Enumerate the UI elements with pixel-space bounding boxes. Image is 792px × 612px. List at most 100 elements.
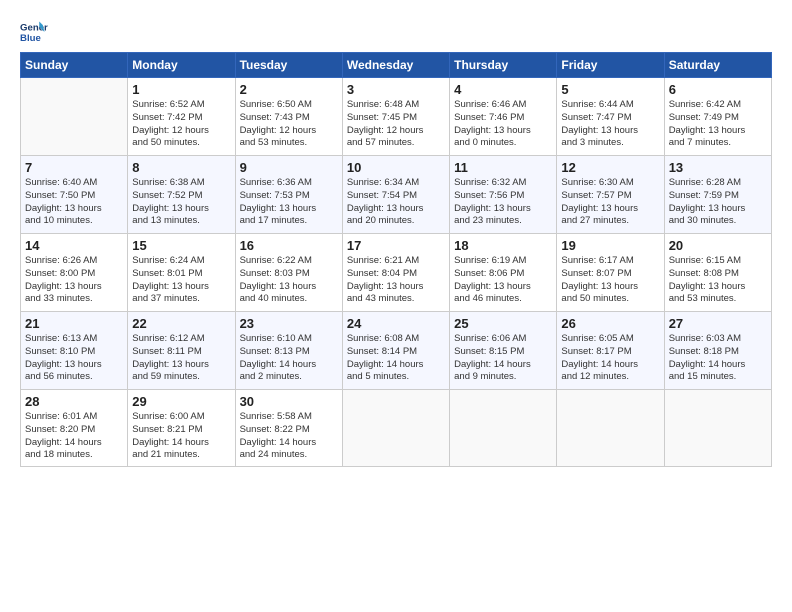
header-row: General Blue [20, 18, 772, 46]
cell-details: Sunrise: 6:40 AMSunset: 7:50 PMDaylight:… [25, 177, 123, 228]
calendar-cell: 11 Sunrise: 6:32 AMSunset: 7:56 PMDayligh… [450, 156, 557, 234]
cell-details: Sunrise: 6:21 AMSunset: 8:04 PMDaylight:… [347, 255, 445, 306]
calendar-cell: 14 Sunrise: 6:26 AMSunset: 8:00 PMDayligh… [21, 234, 128, 312]
cell-details: Sunrise: 6:22 AMSunset: 8:03 PMDaylight:… [240, 255, 338, 306]
calendar-cell [450, 390, 557, 467]
weekday-header-cell: Friday [557, 53, 664, 78]
weekday-header-row: SundayMondayTuesdayWednesdayThursdayFrid… [21, 53, 772, 78]
cell-details: Sunrise: 6:17 AMSunset: 8:07 PMDaylight:… [561, 255, 659, 306]
day-number: 4 [454, 82, 552, 97]
day-number: 3 [347, 82, 445, 97]
cell-details: Sunrise: 6:12 AMSunset: 8:11 PMDaylight:… [132, 333, 230, 384]
day-number: 7 [25, 160, 123, 175]
day-number: 6 [669, 82, 767, 97]
calendar-cell: 26Sunrise: 6:05 AMSunset: 8:17 PMDayligh… [557, 312, 664, 390]
calendar-cell: 13 Sunrise: 6:28 AMSunset: 7:59 PMDayligh… [664, 156, 771, 234]
svg-text:Blue: Blue [20, 33, 41, 44]
cell-details: Sunrise: 5:58 AMSunset: 8:22 PMDaylight:… [240, 411, 338, 462]
cell-details: Sunrise: 6:48 AMSunset: 7:45 PMDaylight:… [347, 99, 445, 150]
calendar-cell: 12 Sunrise: 6:30 AMSunset: 7:57 PMDayligh… [557, 156, 664, 234]
calendar-cell: 22 Sunrise: 6:12 AMSunset: 8:11 PMDayligh… [128, 312, 235, 390]
calendar-body: 1 Sunrise: 6:52 AMSunset: 7:42 PMDaylight… [21, 78, 772, 467]
weekday-header-cell: Wednesday [342, 53, 449, 78]
day-number: 2 [240, 82, 338, 97]
day-number: 28 [25, 394, 123, 409]
day-number: 23 [240, 316, 338, 331]
cell-details: Sunrise: 6:34 AMSunset: 7:54 PMDaylight:… [347, 177, 445, 228]
calendar-cell: 17 Sunrise: 6:21 AMSunset: 8:04 PMDayligh… [342, 234, 449, 312]
day-number: 14 [25, 238, 123, 253]
cell-details: Sunrise: 6:52 AMSunset: 7:42 PMDaylight:… [132, 99, 230, 150]
cell-details: Sunrise: 6:42 AMSunset: 7:49 PMDaylight:… [669, 99, 767, 150]
calendar-week-row: 7 Sunrise: 6:40 AMSunset: 7:50 PMDaylight… [21, 156, 772, 234]
calendar-cell [557, 390, 664, 467]
calendar-cell: 24Sunrise: 6:08 AMSunset: 8:14 PMDayligh… [342, 312, 449, 390]
logo-icon: General Blue [20, 18, 48, 46]
cell-details: Sunrise: 6:28 AMSunset: 7:59 PMDaylight:… [669, 177, 767, 228]
cell-details: Sunrise: 6:01 AMSunset: 8:20 PMDaylight:… [25, 411, 123, 462]
cell-details: Sunrise: 6:03 AMSunset: 8:18 PMDaylight:… [669, 333, 767, 384]
calendar-cell: 18Sunrise: 6:19 AMSunset: 8:06 PMDayligh… [450, 234, 557, 312]
day-number: 9 [240, 160, 338, 175]
cell-details: Sunrise: 6:00 AMSunset: 8:21 PMDaylight:… [132, 411, 230, 462]
calendar-cell [342, 390, 449, 467]
day-number: 24 [347, 316, 445, 331]
calendar-cell: 5 Sunrise: 6:44 AMSunset: 7:47 PMDaylight… [557, 78, 664, 156]
calendar-cell: 29 Sunrise: 6:00 AMSunset: 8:21 PMDayligh… [128, 390, 235, 467]
day-number: 13 [669, 160, 767, 175]
cell-details: Sunrise: 6:06 AMSunset: 8:15 PMDaylight:… [454, 333, 552, 384]
weekday-header-cell: Sunday [21, 53, 128, 78]
calendar-cell [664, 390, 771, 467]
cell-details: Sunrise: 6:32 AMSunset: 7:56 PMDaylight:… [454, 177, 552, 228]
day-number: 27 [669, 316, 767, 331]
day-number: 22 [132, 316, 230, 331]
cell-details: Sunrise: 6:15 AMSunset: 8:08 PMDaylight:… [669, 255, 767, 306]
cell-details: Sunrise: 6:46 AMSunset: 7:46 PMDaylight:… [454, 99, 552, 150]
day-number: 8 [132, 160, 230, 175]
cell-details: Sunrise: 6:50 AMSunset: 7:43 PMDaylight:… [240, 99, 338, 150]
calendar-cell: 21Sunrise: 6:13 AMSunset: 8:10 PMDayligh… [21, 312, 128, 390]
day-number: 11 [454, 160, 552, 175]
calendar-week-row: 28 Sunrise: 6:01 AMSunset: 8:20 PMDayligh… [21, 390, 772, 467]
calendar-cell: 2 Sunrise: 6:50 AMSunset: 7:43 PMDaylight… [235, 78, 342, 156]
day-number: 5 [561, 82, 659, 97]
day-number: 21 [25, 316, 123, 331]
cell-details: Sunrise: 6:05 AMSunset: 8:17 PMDaylight:… [561, 333, 659, 384]
calendar-cell: 28 Sunrise: 6:01 AMSunset: 8:20 PMDayligh… [21, 390, 128, 467]
cell-details: Sunrise: 6:44 AMSunset: 7:47 PMDaylight:… [561, 99, 659, 150]
day-number: 25 [454, 316, 552, 331]
cell-details: Sunrise: 6:38 AMSunset: 7:52 PMDaylight:… [132, 177, 230, 228]
day-number: 17 [347, 238, 445, 253]
weekday-header-cell: Thursday [450, 53, 557, 78]
calendar-cell: 30Sunrise: 5:58 AMSunset: 8:22 PMDayligh… [235, 390, 342, 467]
day-number: 20 [669, 238, 767, 253]
calendar-week-row: 14 Sunrise: 6:26 AMSunset: 8:00 PMDayligh… [21, 234, 772, 312]
calendar-week-row: 21Sunrise: 6:13 AMSunset: 8:10 PMDayligh… [21, 312, 772, 390]
calendar-table: SundayMondayTuesdayWednesdayThursdayFrid… [20, 52, 772, 467]
cell-details: Sunrise: 6:36 AMSunset: 7:53 PMDaylight:… [240, 177, 338, 228]
cell-details: Sunrise: 6:24 AMSunset: 8:01 PMDaylight:… [132, 255, 230, 306]
day-number: 12 [561, 160, 659, 175]
calendar-cell: 23 Sunrise: 6:10 AMSunset: 8:13 PMDayligh… [235, 312, 342, 390]
day-number: 10 [347, 160, 445, 175]
svg-text:General: General [20, 22, 48, 33]
cell-details: Sunrise: 6:30 AMSunset: 7:57 PMDaylight:… [561, 177, 659, 228]
day-number: 16 [240, 238, 338, 253]
day-number: 1 [132, 82, 230, 97]
calendar-cell: 25 Sunrise: 6:06 AMSunset: 8:15 PMDayligh… [450, 312, 557, 390]
calendar-cell: 27 Sunrise: 6:03 AMSunset: 8:18 PMDayligh… [664, 312, 771, 390]
logo: General Blue [20, 18, 52, 46]
calendar-cell: 8 Sunrise: 6:38 AMSunset: 7:52 PMDaylight… [128, 156, 235, 234]
day-number: 29 [132, 394, 230, 409]
calendar-cell: 9 Sunrise: 6:36 AMSunset: 7:53 PMDaylight… [235, 156, 342, 234]
calendar-cell: 15Sunrise: 6:24 AMSunset: 8:01 PMDayligh… [128, 234, 235, 312]
day-number: 18 [454, 238, 552, 253]
calendar-cell: 19Sunrise: 6:17 AMSunset: 8:07 PMDayligh… [557, 234, 664, 312]
calendar-cell: 7 Sunrise: 6:40 AMSunset: 7:50 PMDaylight… [21, 156, 128, 234]
calendar-cell: 4 Sunrise: 6:46 AMSunset: 7:46 PMDaylight… [450, 78, 557, 156]
calendar-cell: 20 Sunrise: 6:15 AMSunset: 8:08 PMDayligh… [664, 234, 771, 312]
calendar-cell: 1 Sunrise: 6:52 AMSunset: 7:42 PMDaylight… [128, 78, 235, 156]
cell-details: Sunrise: 6:26 AMSunset: 8:00 PMDaylight:… [25, 255, 123, 306]
calendar-cell: 6 Sunrise: 6:42 AMSunset: 7:49 PMDaylight… [664, 78, 771, 156]
cell-details: Sunrise: 6:10 AMSunset: 8:13 PMDaylight:… [240, 333, 338, 384]
